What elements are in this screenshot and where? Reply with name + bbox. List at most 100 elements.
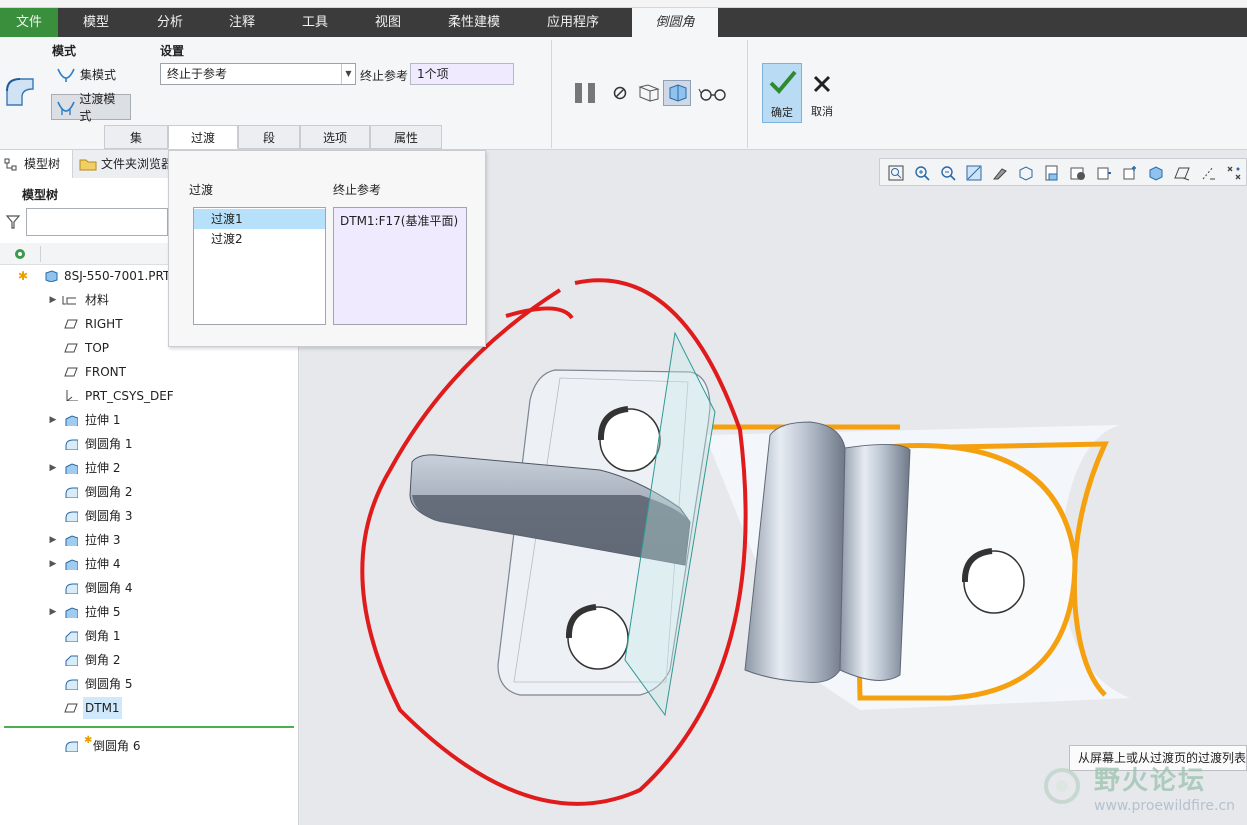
end-ref-label: 终止参考 (360, 69, 409, 83)
zoom-in-icon[interactable] (914, 165, 930, 181)
tree-item-label: 倒圆角 2 (85, 485, 133, 499)
axis-display-icon[interactable] (1200, 165, 1216, 181)
tree-item-top[interactable]: TOP (0, 337, 168, 359)
end-ref-item[interactable]: DTM1:F17(基准平面) (334, 208, 466, 229)
tree-item-chamfer-1[interactable]: 倒角 1 (0, 625, 168, 647)
tree-search-input[interactable] (26, 208, 168, 236)
tab-options[interactable]: 选项 (300, 125, 370, 149)
tree-item-label: 拉伸 3 (85, 533, 121, 547)
tree-item-front[interactable]: FRONT (0, 361, 168, 383)
filter-icon[interactable] (5, 214, 21, 230)
tree-item-extrude-3[interactable]: ▶ 拉伸 3 (0, 529, 168, 551)
ribbon-separator (551, 40, 552, 148)
tab-transitions[interactable]: 过渡 (168, 125, 238, 149)
end-ref-list[interactable]: DTM1:F17(基准平面) (333, 207, 467, 325)
tab-pieces[interactable]: 段 (238, 125, 300, 149)
menu-tools[interactable]: 工具 (278, 8, 352, 37)
tree-item-label: 材料 (85, 293, 110, 307)
menu-model[interactable]: 模型 (62, 8, 130, 37)
verify-mode-button[interactable] (663, 80, 691, 106)
watermark-url: www.proewildfire.cn (1094, 798, 1236, 814)
reorient-icon[interactable] (1096, 165, 1112, 181)
model-tree-heading: 模型树 (22, 188, 59, 202)
tree-item-extrude-1[interactable]: ▶ 拉伸 1 (0, 409, 168, 431)
transitions-list[interactable]: 过渡1 过渡2 (193, 207, 326, 325)
tab-sets[interactable]: 集 (104, 125, 168, 149)
list-item-transition-1[interactable]: 过渡1 (194, 209, 325, 229)
tree-item-round-1[interactable]: 倒圆角 1 (0, 433, 168, 455)
menu-flexible-modeling[interactable]: 柔性建模 (428, 8, 520, 37)
view-manager-icon[interactable] (1070, 165, 1086, 181)
tree-root[interactable]: ✱ 8SJ-550-7001.PRT (0, 265, 171, 287)
tree-item-extrude-2[interactable]: ▶ 拉伸 2 (0, 457, 168, 479)
glasses-icon[interactable] (698, 87, 728, 101)
menu-bar: 文件 模型 分析 注释 工具 视图 柔性建模 应用程序 倒圆角 (0, 8, 1247, 37)
tree-item-label: DTM1 (83, 697, 122, 719)
pause-icon[interactable] (573, 81, 599, 105)
refit-icon[interactable] (888, 165, 904, 181)
chamfer-icon (65, 631, 78, 642)
tree-item-right[interactable]: RIGHT (0, 313, 168, 335)
view-toolbar (879, 158, 1247, 186)
tree-item-label: 倒圆角 4 (85, 581, 133, 595)
tree-item-material[interactable]: ▶ 材料 (0, 289, 168, 311)
annotation-display-icon[interactable] (1122, 165, 1138, 181)
menu-annotate[interactable]: 注释 (206, 8, 278, 37)
menu-view[interactable]: 视图 (352, 8, 424, 37)
tab-properties[interactable]: 属性 (370, 125, 442, 149)
end-ref-value: 1个项 (417, 67, 449, 81)
ok-button[interactable]: 确定 (762, 63, 802, 123)
tree-column-header (0, 243, 168, 265)
zoom-out-icon[interactable] (940, 165, 956, 181)
perspective-icon[interactable] (992, 165, 1008, 181)
tree-item-chamfer-2[interactable]: 倒角 2 (0, 649, 168, 671)
set-mode-button[interactable]: 集模式 (52, 63, 120, 85)
expand-icon[interactable]: ▶ (48, 529, 58, 551)
display-style-icon[interactable] (1018, 165, 1034, 181)
point-display-icon[interactable] (1226, 165, 1242, 181)
chevron-down-icon[interactable]: ▼ (341, 64, 355, 84)
tree-item-round-4[interactable]: 倒圆角 4 (0, 577, 168, 599)
tree-item-extrude-4[interactable]: ▶ 拉伸 4 (0, 553, 168, 575)
tab-model-tree[interactable]: 模型树 (0, 150, 70, 178)
title-bar (0, 0, 1247, 8)
star-icon: ✱ (18, 269, 29, 283)
tab-folder-browser[interactable]: 文件夹浏览器 (72, 150, 168, 178)
expand-icon[interactable]: ▶ (48, 601, 58, 623)
separate-preview-icon[interactable] (638, 83, 660, 103)
tree-item-round-3[interactable]: 倒圆角 3 (0, 505, 168, 527)
expand-icon[interactable]: ▶ (48, 553, 58, 575)
cancel-label: 取消 (811, 105, 833, 118)
transition-mode-button[interactable]: 过渡模式 (51, 92, 131, 123)
plane-display-icon[interactable] (1174, 165, 1190, 181)
tree-item-dtm1[interactable]: DTM1 (0, 697, 168, 719)
repaint-icon[interactable] (966, 165, 982, 181)
list-item-transition-2[interactable]: 过渡2 (194, 229, 325, 249)
cancel-button[interactable]: 取消 (806, 63, 838, 123)
menu-file[interactable]: 文件 (0, 8, 58, 37)
no-preview-icon[interactable] (612, 85, 628, 101)
tree-item-extrude-5[interactable]: ▶ 拉伸 5 (0, 601, 168, 623)
tree-item-csys[interactable]: PRT_CSYS_DEF (0, 385, 180, 407)
watermark-title: 野火论坛 (1094, 766, 1207, 796)
transition-type-select[interactable]: 终止于参考 ▼ (160, 63, 356, 85)
extrude-icon (65, 535, 78, 546)
tree-settings-icon[interactable] (12, 246, 28, 262)
menu-analysis[interactable]: 分析 (134, 8, 206, 37)
tree-item-round-6[interactable]: ✱ 倒圆角 6 (0, 735, 168, 757)
folder-icon (79, 159, 97, 171)
menu-applications[interactable]: 应用程序 (530, 8, 616, 37)
tree-item-round-5[interactable]: 倒圆角 5 (0, 673, 168, 695)
end-ref-collector[interactable]: 1个项 (410, 63, 514, 85)
tree-item-label: 拉伸 5 (85, 605, 121, 619)
tree-root-label: 8SJ-550-7001.PRT (64, 269, 171, 283)
expand-icon[interactable]: ▶ (48, 409, 58, 431)
settings-heading: 设置 (160, 44, 185, 58)
expand-icon[interactable]: ▶ (48, 289, 58, 311)
tree-item-round-2[interactable]: 倒圆角 2 (0, 481, 168, 503)
datum-display-icon[interactable] (1148, 165, 1164, 181)
menu-round[interactable]: 倒圆角 (632, 8, 718, 37)
expand-icon[interactable]: ▶ (48, 457, 58, 479)
mode-heading: 模式 (52, 44, 77, 58)
saved-views-icon[interactable] (1044, 165, 1060, 181)
